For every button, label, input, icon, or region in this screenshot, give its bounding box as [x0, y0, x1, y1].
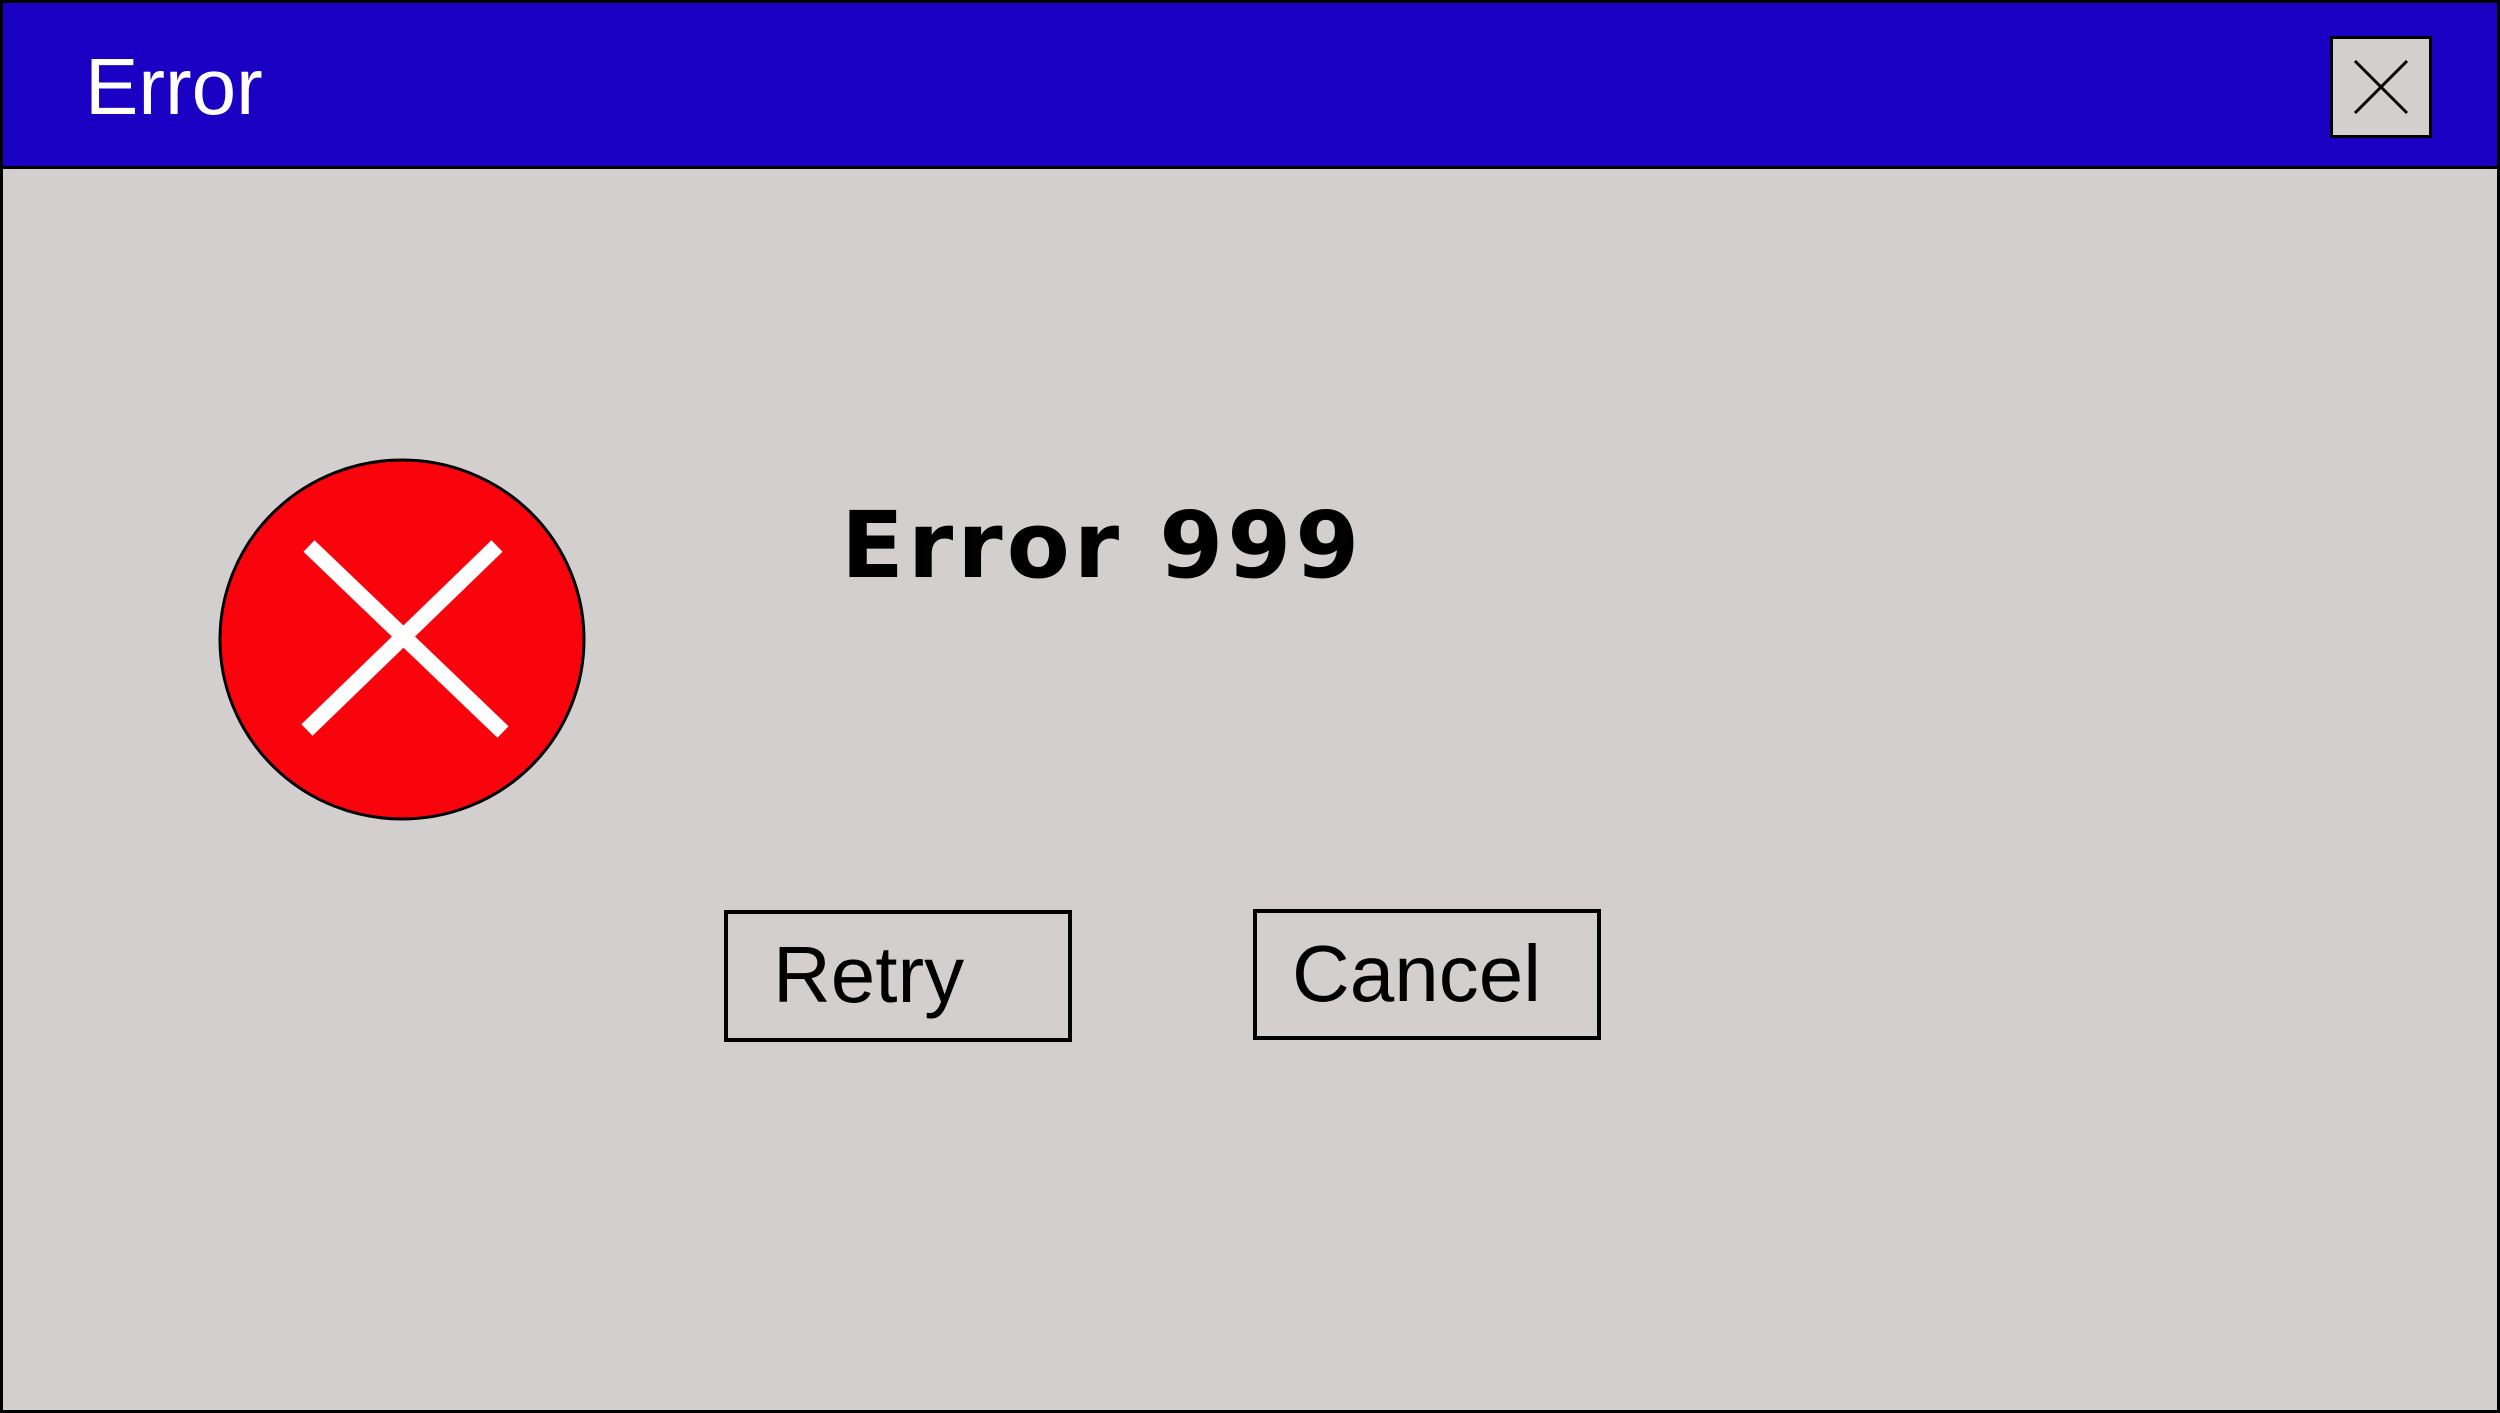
error-dialog: Error Error 999 Retry Cancel [0, 0, 2500, 1413]
cancel-button[interactable]: Cancel [1253, 909, 1601, 1040]
title-bar[interactable]: Error [3, 3, 2497, 169]
window-title: Error [85, 42, 263, 131]
retry-button[interactable]: Retry [724, 910, 1072, 1042]
error-icon [218, 458, 586, 821]
error-message-heading: Error 999 [841, 492, 1364, 599]
close-icon [2353, 59, 2409, 115]
close-button[interactable] [2330, 36, 2432, 138]
